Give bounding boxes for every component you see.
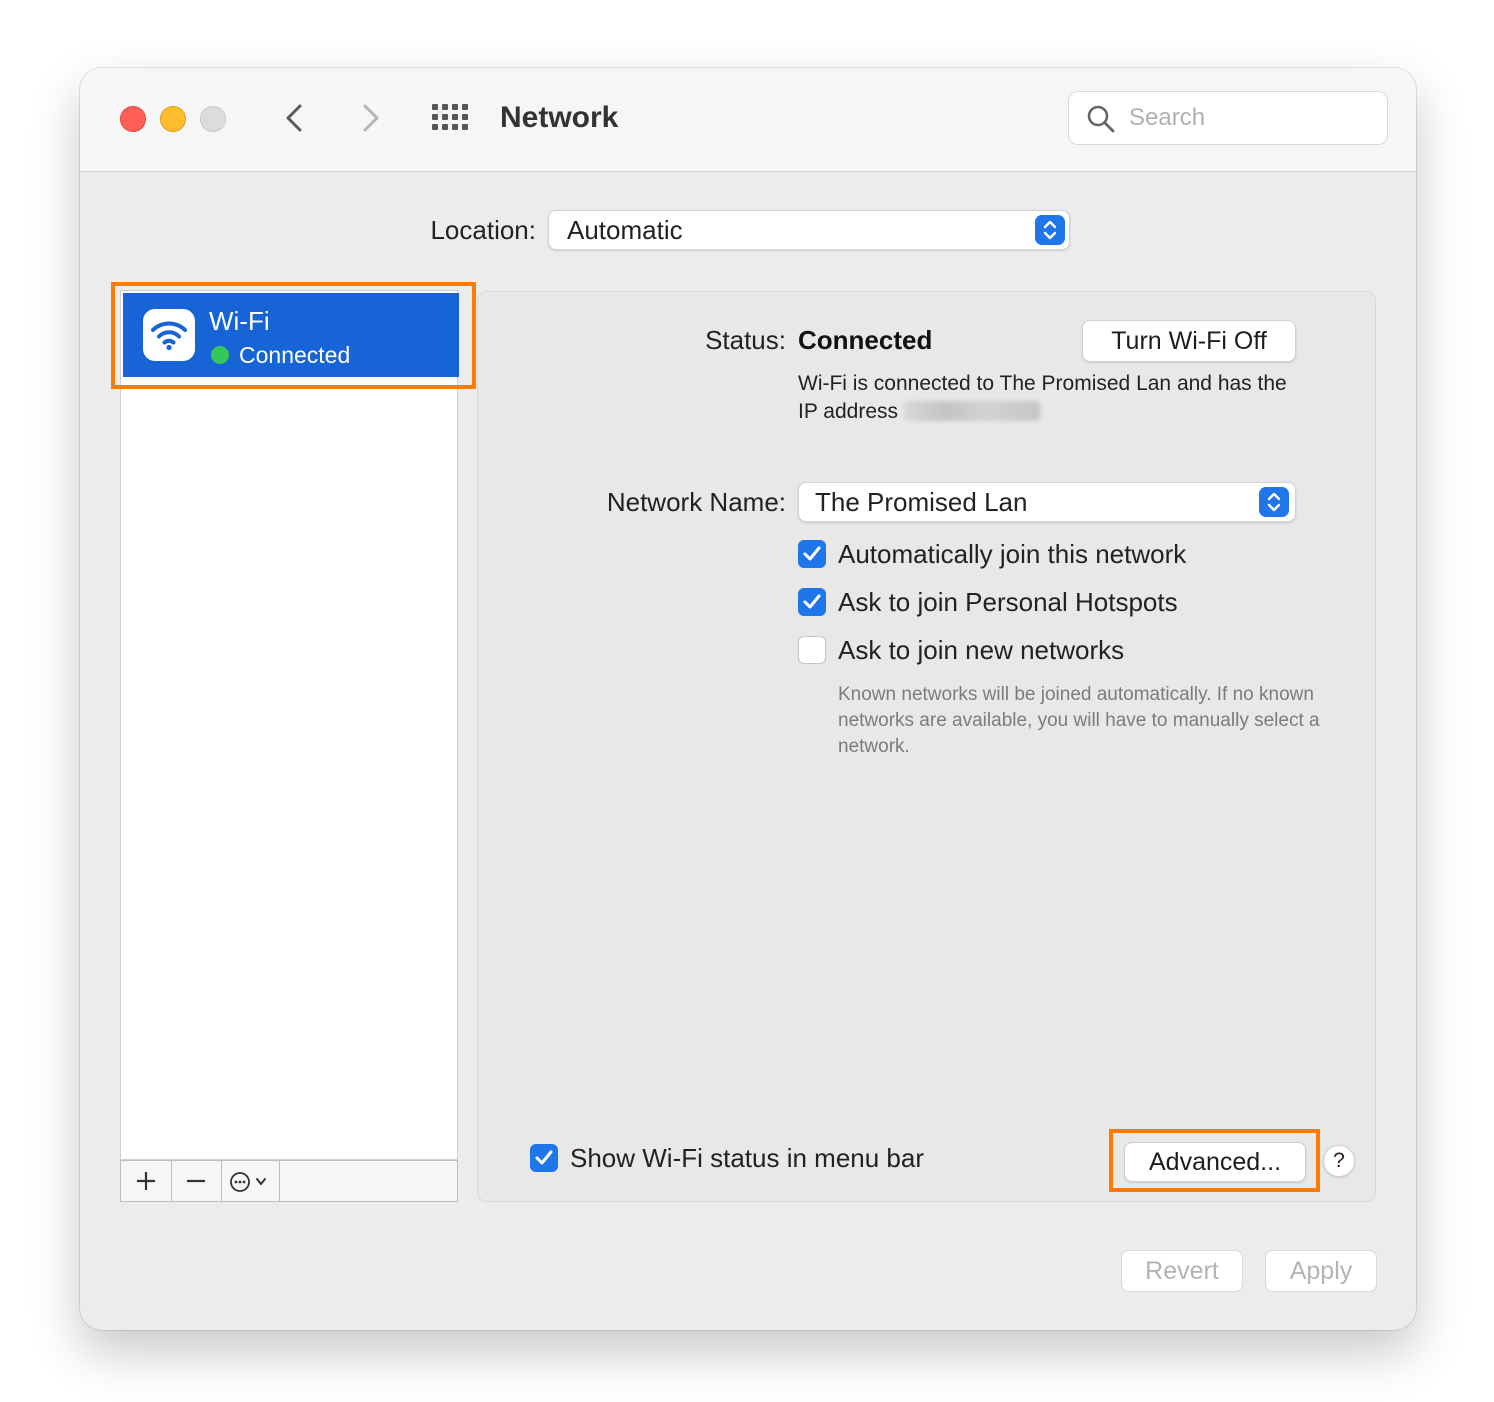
wifi-icon — [143, 309, 195, 361]
service-name: Wi-Fi — [209, 306, 270, 336]
minus-icon — [187, 1179, 205, 1183]
help-button[interactable]: ? — [1323, 1145, 1355, 1177]
forward-button[interactable] — [355, 98, 385, 138]
zoom-window-button[interactable] — [200, 106, 226, 132]
service-list-toolbar — [120, 1160, 458, 1202]
location-value: Automatic — [567, 215, 683, 245]
new-networks-label[interactable]: Ask to join new networks — [838, 632, 1124, 668]
search-icon — [1087, 105, 1115, 133]
show-wifi-status-label[interactable]: Show Wi-Fi status in menu bar — [570, 1140, 924, 1176]
minimize-window-button[interactable] — [160, 106, 186, 132]
apply-button[interactable]: Apply — [1265, 1250, 1377, 1292]
checkmark-icon — [803, 546, 821, 561]
turn-wifi-off-button[interactable]: Turn Wi-Fi Off — [1082, 320, 1296, 362]
location-select[interactable]: Automatic — [548, 210, 1070, 250]
show-all-grid-icon[interactable] — [432, 104, 470, 132]
chevron-left-icon — [286, 104, 302, 132]
redacted-ip-address — [904, 401, 1041, 421]
checkmark-icon — [535, 1150, 553, 1165]
checkmark-icon — [803, 594, 821, 609]
service-actions-menu-button[interactable] — [221, 1161, 280, 1201]
auto-join-checkbox[interactable] — [798, 540, 826, 568]
location-stepper-icon — [1035, 215, 1065, 245]
add-service-button[interactable] — [121, 1161, 172, 1201]
close-window-button[interactable] — [120, 106, 146, 132]
connected-status-dot-icon — [211, 346, 229, 364]
window-title: Network — [500, 101, 619, 134]
status-label: Status: — [705, 325, 786, 355]
wifi-detail-panel: Status: Connected Turn Wi-Fi Off Wi-Fi i… — [477, 291, 1376, 1202]
search-field[interactable] — [1068, 91, 1388, 145]
advanced-button[interactable]: Advanced... — [1124, 1142, 1306, 1182]
chevron-right-icon — [363, 104, 379, 132]
new-networks-checkbox[interactable] — [798, 636, 826, 664]
plus-icon — [137, 1172, 155, 1190]
personal-hotspots-label[interactable]: Ask to join Personal Hotspots — [838, 584, 1178, 620]
back-button[interactable] — [280, 98, 310, 138]
show-wifi-status-checkbox[interactable] — [530, 1144, 558, 1172]
network-name-stepper-icon — [1259, 487, 1289, 517]
network-name-select[interactable]: The Promised Lan — [798, 482, 1296, 522]
status-value: Connected — [798, 325, 933, 355]
remove-service-button[interactable] — [171, 1161, 222, 1201]
ellipsis-circle-icon — [230, 1172, 266, 1192]
known-networks-hint: Known networks will be joined automatica… — [838, 684, 1320, 757]
network-name-value: The Promised Lan — [815, 487, 1028, 517]
service-item-wifi[interactable]: Wi-Fi Connected — [123, 293, 459, 377]
personal-hotspots-checkbox[interactable] — [798, 588, 826, 616]
revert-button[interactable]: Revert — [1121, 1250, 1243, 1292]
search-input[interactable] — [1129, 100, 1369, 136]
network-name-label: Network Name: — [606, 487, 786, 517]
service-status: Connected — [239, 342, 351, 368]
network-preferences-window: Network Location: Automatic — [80, 68, 1416, 1330]
title-bar: Network — [80, 68, 1416, 172]
status-description: Wi-Fi is connected to The Promised Lan a… — [798, 370, 1298, 426]
status-description-text: Wi-Fi is connected to The Promised Lan a… — [798, 372, 1287, 423]
location-label: Location: — [430, 215, 536, 245]
auto-join-label[interactable]: Automatically join this network — [838, 536, 1186, 572]
service-list: Wi-Fi Connected — [120, 290, 459, 1160]
